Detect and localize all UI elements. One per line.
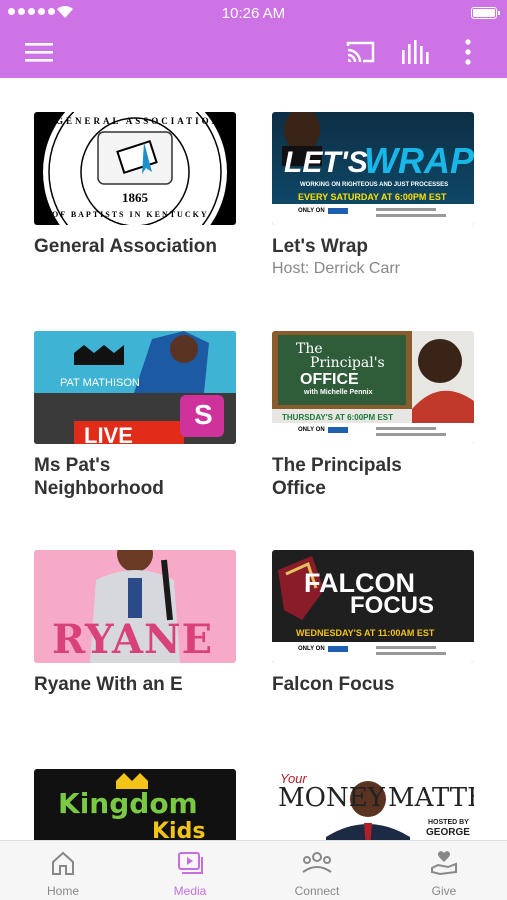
- tab-connect[interactable]: Connect: [254, 841, 380, 900]
- tab-label: Give: [431, 884, 457, 898]
- status-bar: 10:26 AM: [0, 0, 507, 26]
- principal-line-3: OFFICE: [300, 371, 359, 388]
- media-title: General Association: [34, 236, 218, 257]
- battery-icon: [471, 7, 500, 19]
- media-title: Ryane With an E: [34, 674, 183, 695]
- seal-top-text: GENERAL ASSOCIATION: [56, 116, 222, 126]
- media-card-general-association[interactable]: GENERAL ASSOCIATION OF BAPTISTS IN KENTU…: [34, 112, 236, 258]
- tab-label: Connect: [294, 884, 340, 898]
- more-vertical-icon[interactable]: [456, 36, 480, 68]
- media-card-lets-wrap[interactable]: LET'S WRAP! WORKING ON RIGHTEOUS AND JUS…: [272, 112, 474, 278]
- host-text: PAT MATHISON: [60, 377, 140, 389]
- schedule-text: WEDNESDAY'S AT 11:00AM EST: [296, 628, 435, 638]
- badge-text: ONLY ON: [298, 427, 325, 433]
- principal-line-2: Principal's: [310, 355, 385, 371]
- hosted-by-text: HOSTED BY: [428, 819, 469, 826]
- media-thumbnail[interactable]: LET'S WRAP! WORKING ON RIGHTEOUS AND JUS…: [272, 112, 474, 225]
- media-icon: [127, 850, 253, 876]
- give-hand-heart-icon: [381, 850, 507, 876]
- tab-label: Media: [173, 884, 207, 898]
- schedule-text: THURSDAY'S AT 6:00PM EST: [282, 413, 393, 422]
- home-icon: [0, 850, 126, 876]
- badge-text: ONLY ON: [298, 646, 325, 652]
- equalizer-icon[interactable]: [398, 36, 432, 68]
- media-card-the-principals-office[interactable]: The Principal's OFFICE with Michelle Pen…: [272, 331, 474, 500]
- kingdom-text: Kingdom: [58, 787, 198, 820]
- host-text: GEORGE: [426, 827, 470, 838]
- badge-text: S: [194, 399, 213, 430]
- media-title: Ms Pat's Neighborhood: [34, 455, 164, 499]
- tab-give[interactable]: Give: [381, 841, 507, 900]
- headline-accent-text: WRAP!: [364, 140, 474, 181]
- kids-text: Kids: [152, 819, 206, 840]
- tab-bar: Home Media Connect Give: [0, 840, 507, 900]
- media-thumbnail[interactable]: Your MONEY MATTERS HOSTED BY GEORGE: [272, 769, 474, 840]
- connect-people-icon: [254, 850, 380, 876]
- media-thumbnail[interactable]: Kingdom Kids: [34, 769, 236, 840]
- media-thumbnail[interactable]: GENERAL ASSOCIATION OF BAPTISTS IN KENTU…: [34, 112, 236, 225]
- media-thumbnail[interactable]: RYANE: [34, 550, 236, 663]
- tab-media[interactable]: Media: [127, 841, 253, 900]
- media-card-your-money-matters[interactable]: Your MONEY MATTERS HOSTED BY GEORGE: [272, 769, 474, 840]
- ryane-text: RYANE: [52, 616, 214, 663]
- status-time: 10:26 AM: [221, 5, 286, 22]
- media-card-falcon-focus[interactable]: FALCON FOCUS WEDNESDAY'S AT 11:00AM EST …: [272, 550, 474, 696]
- media-title: Let's Wrap: [272, 236, 369, 257]
- media-thumbnail[interactable]: FALCON FOCUS WEDNESDAY'S AT 11:00AM EST …: [272, 550, 474, 663]
- badge-text: ONLY ON: [298, 208, 325, 214]
- media-title: The Principals Office: [272, 455, 402, 499]
- hamburger-menu-icon[interactable]: [22, 36, 56, 68]
- app-bar: [0, 26, 507, 78]
- media-subtitle: Host: Derrick Carr: [272, 260, 401, 277]
- cast-icon[interactable]: [344, 36, 378, 68]
- headline-text: LET'S: [284, 146, 368, 179]
- media-card-ms-pats-neighborhood[interactable]: PAT MATHISON LIVE S Ms Pat's Neighborhood: [34, 331, 236, 500]
- money-text: MONEY: [278, 783, 385, 813]
- matters-text: MATTERS: [388, 783, 474, 813]
- tab-home[interactable]: Home: [0, 841, 126, 900]
- tagline-text: WORKING ON RIGHTEOUS AND JUST PROCESSES: [300, 182, 449, 188]
- media-title: Falcon Focus: [272, 674, 395, 695]
- media-grid: GENERAL ASSOCIATION OF BAPTISTS IN KENTU…: [0, 78, 507, 840]
- live-text: LIVE: [84, 423, 133, 444]
- headline-accent-text: FOCUS: [350, 592, 434, 619]
- seal-bottom-text: OF BAPTISTS IN KENTUCKY: [52, 210, 209, 219]
- media-thumbnail[interactable]: The Principal's OFFICE with Michelle Pen…: [272, 331, 474, 444]
- schedule-text: EVERY SATURDAY AT 6:00PM EST: [298, 192, 447, 202]
- tab-label: Home: [46, 884, 79, 898]
- media-card-kingdom-kids[interactable]: Kingdom Kids: [34, 769, 236, 840]
- media-thumbnail[interactable]: PAT MATHISON LIVE S: [34, 331, 236, 444]
- seal-year: 1865: [122, 190, 148, 205]
- host-text: with Michelle Pennix: [304, 389, 373, 396]
- media-card-ryane-with-an-e[interactable]: RYANE Ryane With an E: [34, 550, 236, 696]
